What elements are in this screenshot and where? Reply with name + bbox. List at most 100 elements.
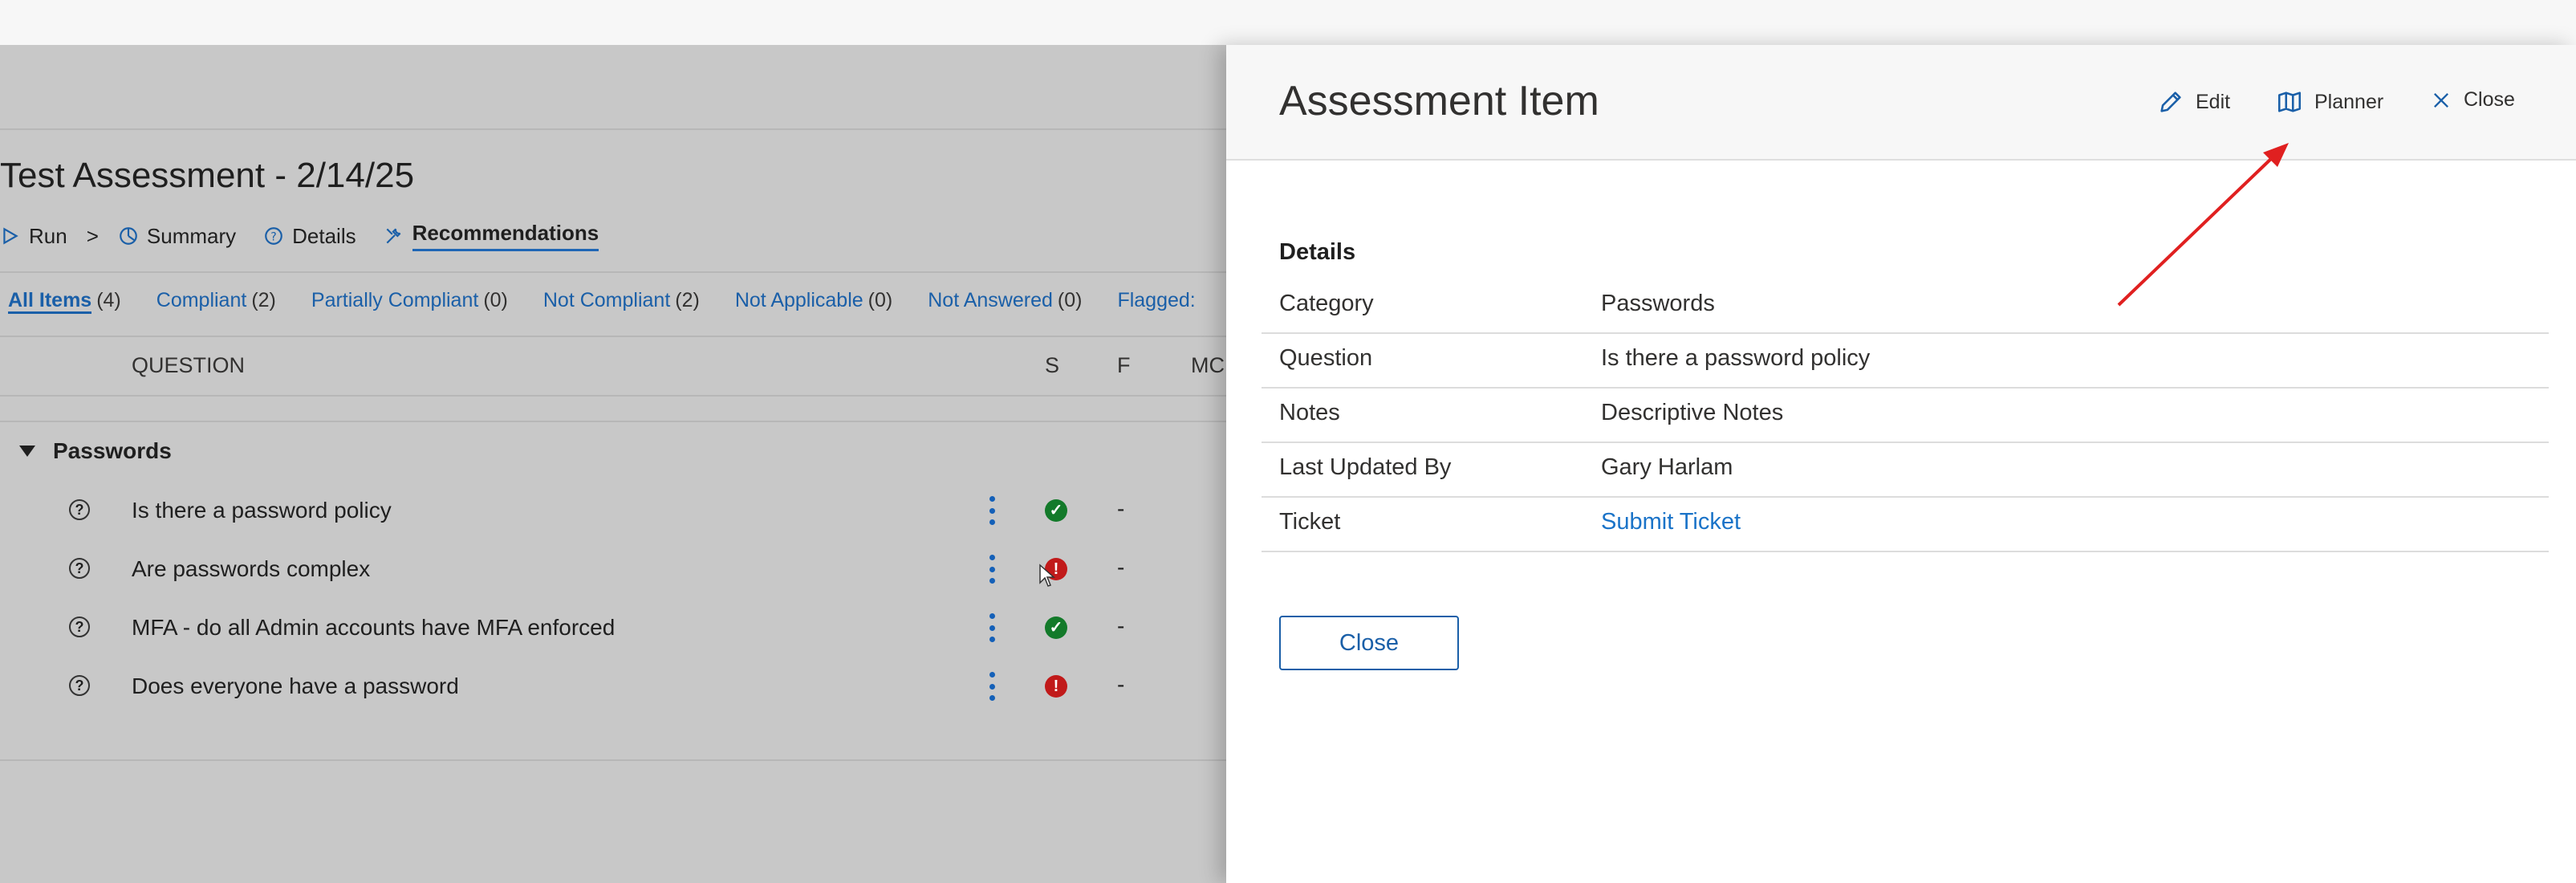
more-options-icon[interactable] <box>985 672 998 701</box>
more-options-icon[interactable] <box>985 613 998 642</box>
question-text: MFA - do all Admin accounts have MFA enf… <box>132 615 616 640</box>
question-text: Are passwords complex <box>132 556 371 581</box>
nav-item-details[interactable]: ? Details <box>263 224 356 249</box>
close-label: Close <box>2464 88 2515 111</box>
filter-all-items[interactable]: All Items (4) <box>8 289 121 314</box>
details-section-title: Details <box>1279 239 1356 265</box>
filter-not-applicable[interactable]: Not Applicable (0) <box>735 289 892 312</box>
more-options-icon[interactable] <box>985 496 998 525</box>
question-circle-icon: ? <box>265 227 282 245</box>
divider <box>0 395 1226 397</box>
table-row[interactable]: ? Does everyone have a password ! - <box>0 657 1226 716</box>
filter-count: (0) <box>483 289 508 311</box>
collapse-triangle-icon[interactable] <box>19 446 35 457</box>
filter-count: (0) <box>1057 289 1083 311</box>
filter-count: (4) <box>96 289 121 311</box>
table-row[interactable]: ? MFA - do all Admin accounts have MFA e… <box>0 599 1226 657</box>
filter-count: (2) <box>251 289 276 311</box>
divider <box>0 421 1226 422</box>
nav-item-label: Details <box>292 223 356 248</box>
column-header-f[interactable]: F <box>1117 353 1131 378</box>
column-header-question[interactable]: QUESTION <box>132 353 245 378</box>
filter-count: (2) <box>675 289 700 311</box>
nav-item-summary[interactable]: Summary <box>118 224 236 249</box>
run-icon <box>3 227 18 245</box>
question-circle-icon[interactable]: ? <box>69 675 90 696</box>
filter-partially-compliant[interactable]: Partially Compliant (0) <box>311 289 508 312</box>
filter-count: (0) <box>867 289 893 311</box>
top-bar <box>0 0 2576 46</box>
nav-item-recommendations[interactable]: Recommendations <box>384 221 599 251</box>
planner-label: Planner <box>2314 90 2384 113</box>
submit-ticket-link[interactable]: Submit Ticket <box>1601 509 1741 535</box>
page-title: Test Assessment - 2/14/25 <box>0 156 415 195</box>
detail-row-last-updated-by: Last Updated By Gary Harlam <box>1262 442 2549 498</box>
compliant-check-icon: ✓ <box>1045 499 1067 522</box>
nav-item-label: Run <box>29 223 67 248</box>
question-circle-icon[interactable]: ? <box>69 499 90 520</box>
filter-not-compliant[interactable]: Not Compliant (2) <box>543 289 700 312</box>
not-compliant-alert-icon: ! <box>1045 675 1067 698</box>
filter-tabs: All Items (4) Compliant (2) Partially Comp… <box>8 289 1226 314</box>
detail-key: Notes <box>1279 400 1340 425</box>
assessment-page-background: Test Assessment - 2/14/25 Run > Summary … <box>0 45 1226 883</box>
panel-header: Assessment Item Edit Planner Close <box>1226 45 2576 161</box>
annotation-arrow-icon <box>2117 143 2289 307</box>
f-value: - <box>1117 496 1125 521</box>
detail-key: Category <box>1279 291 1374 316</box>
filter-label: All Items <box>8 289 92 314</box>
filter-not-answered[interactable]: Not Answered (0) <box>928 289 1082 312</box>
page-header-strip <box>0 45 1226 130</box>
map-icon <box>2277 92 2302 112</box>
nav-item-label: Summary <box>146 223 237 248</box>
divider <box>0 759 1226 761</box>
assessment-item-panel: Assessment Item Edit Planner Close Detai… <box>1226 45 2576 883</box>
edit-label: Edit <box>2196 90 2231 113</box>
question-text: Is there a password policy <box>132 498 392 523</box>
f-value: - <box>1117 555 1125 580</box>
detail-key: Ticket <box>1279 509 1341 535</box>
svg-text:?: ? <box>270 230 276 243</box>
close-button[interactable]: Close <box>1279 616 1459 670</box>
filter-label: Not Compliant <box>542 289 671 311</box>
filter-label: Flagged: <box>1117 289 1196 311</box>
detail-key: Last Updated By <box>1279 454 1452 480</box>
filter-label: Partially Compliant <box>311 289 479 311</box>
question-text: Does everyone have a password <box>132 673 459 698</box>
group-header-passwords[interactable]: Passwords <box>19 438 172 464</box>
divider <box>0 271 1226 273</box>
close-panel-button[interactable]: Close <box>2430 88 2515 112</box>
planner-button[interactable]: Planner <box>2276 88 2383 116</box>
detail-value: Passwords <box>1601 291 1715 316</box>
tools-icon <box>386 228 400 244</box>
f-value: - <box>1117 613 1125 638</box>
detail-row-ticket: Ticket Submit Ticket <box>1262 496 2549 552</box>
column-header-s[interactable]: S <box>1045 353 1059 378</box>
edit-button[interactable]: Edit <box>2157 88 2230 116</box>
detail-value: Is there a password policy <box>1601 345 1871 371</box>
nav-item-label: Recommendations <box>412 221 599 251</box>
filter-label: Compliant <box>156 289 247 311</box>
detail-row-category: Category Passwords <box>1262 278 2549 334</box>
filter-label: Not Applicable <box>734 289 863 311</box>
group-label: Passwords <box>53 438 172 463</box>
filter-compliant[interactable]: Compliant (2) <box>156 289 276 312</box>
divider <box>0 336 1226 337</box>
mouse-cursor-icon <box>1039 564 1055 587</box>
filter-flagged[interactable]: Flagged: <box>1117 289 1195 312</box>
compliant-check-icon: ✓ <box>1045 616 1067 639</box>
detail-row-notes: Notes Descriptive Notes <box>1262 387 2549 443</box>
detail-row-question: Question Is there a password policy <box>1262 332 2549 389</box>
column-header-mc[interactable]: MC <box>1191 353 1225 378</box>
nav-item-run[interactable]: Run <box>0 224 67 249</box>
detail-value: Descriptive Notes <box>1601 400 1784 425</box>
more-options-icon[interactable] <box>985 555 998 584</box>
question-circle-icon[interactable]: ? <box>69 616 90 637</box>
detail-value: Gary Harlam <box>1601 454 1733 480</box>
close-icon <box>2434 92 2448 108</box>
question-circle-icon[interactable]: ? <box>69 558 90 579</box>
detail-key: Question <box>1279 345 1373 371</box>
table-row[interactable]: ? Is there a password policy ✓ - <box>0 482 1226 540</box>
panel-title: Assessment Item <box>1279 78 1599 124</box>
nav-separator: > <box>86 223 99 248</box>
